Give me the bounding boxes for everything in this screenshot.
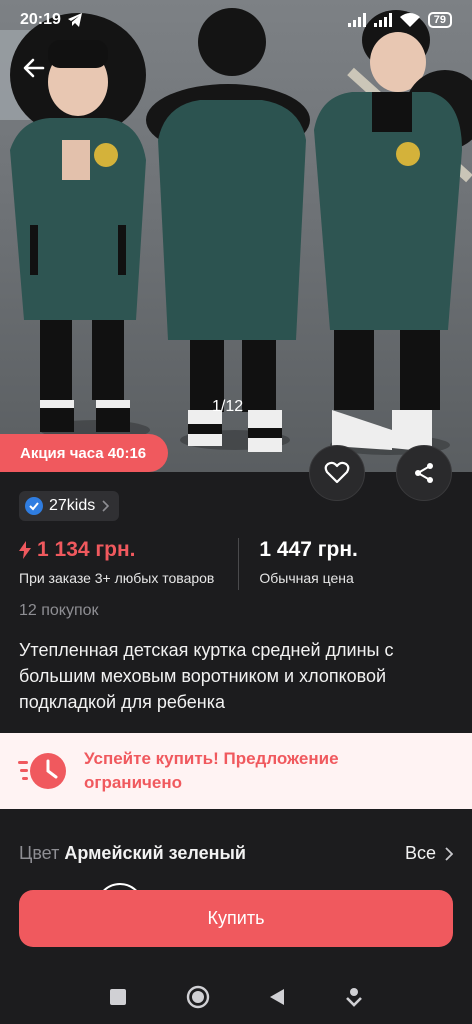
verified-icon bbox=[25, 497, 43, 515]
seller-name: 27kids bbox=[49, 497, 96, 514]
back-arrow-icon bbox=[23, 58, 45, 78]
telegram-icon bbox=[67, 13, 82, 27]
battery-icon: 79 bbox=[427, 12, 452, 28]
gallery-counter: 1/12 bbox=[212, 398, 244, 415]
regular-price-note: Обычная цена bbox=[259, 570, 354, 586]
product-title: Утепленная детская куртка средней длины … bbox=[19, 640, 394, 712]
current-price: 1 134 грн. bbox=[37, 538, 136, 561]
show-all-link[interactable]: Все bbox=[405, 843, 453, 864]
variant-value: Армейский зеленый bbox=[64, 843, 246, 863]
signal-icon bbox=[373, 13, 392, 27]
share-icon bbox=[415, 463, 433, 483]
chevron-right-icon bbox=[102, 500, 110, 512]
color-selector[interactable]: Цвет Армейский зеленый Все bbox=[19, 843, 453, 864]
favorite-button[interactable] bbox=[309, 445, 365, 501]
nav-home-icon[interactable] bbox=[186, 985, 210, 1009]
nav-download-icon[interactable] bbox=[345, 987, 363, 1007]
divider bbox=[238, 538, 240, 590]
nav-square-icon[interactable] bbox=[109, 988, 127, 1006]
variant-label: Цвет bbox=[19, 843, 60, 863]
current-price-note: При заказе 3+ любых товаров bbox=[19, 570, 215, 586]
nav-back-icon[interactable] bbox=[268, 987, 286, 1007]
clock-icon bbox=[18, 753, 66, 789]
regular-price: 1 447 грн. bbox=[259, 538, 358, 561]
share-button[interactable] bbox=[396, 445, 452, 501]
promo-timer-badge: Акция часа 40:16 bbox=[0, 434, 169, 472]
status-time: 20:19 bbox=[20, 11, 61, 28]
urgency-text: Успейте купить! Предложение ограничено bbox=[84, 749, 339, 792]
system-navbar bbox=[0, 970, 472, 1024]
seller-chip[interactable]: 27kids bbox=[19, 491, 120, 521]
show-all-label: Все bbox=[404, 843, 436, 863]
back-button[interactable] bbox=[18, 52, 50, 84]
purchase-count: 12 покупок bbox=[19, 602, 99, 619]
price-section: 1 134 грн. При заказе 3+ любых товаров 1… bbox=[19, 538, 453, 590]
lightning-icon bbox=[19, 541, 31, 559]
buy-button[interactable]: Купить bbox=[19, 890, 453, 947]
heart-icon bbox=[324, 461, 350, 484]
wifi-icon bbox=[399, 13, 420, 27]
chevron-right-icon bbox=[445, 846, 453, 861]
signal-icon bbox=[347, 13, 366, 27]
status-bar: 20:19 79 bbox=[0, 0, 472, 40]
urgency-banner: Успейте купить! Предложение ограничено bbox=[0, 733, 472, 809]
